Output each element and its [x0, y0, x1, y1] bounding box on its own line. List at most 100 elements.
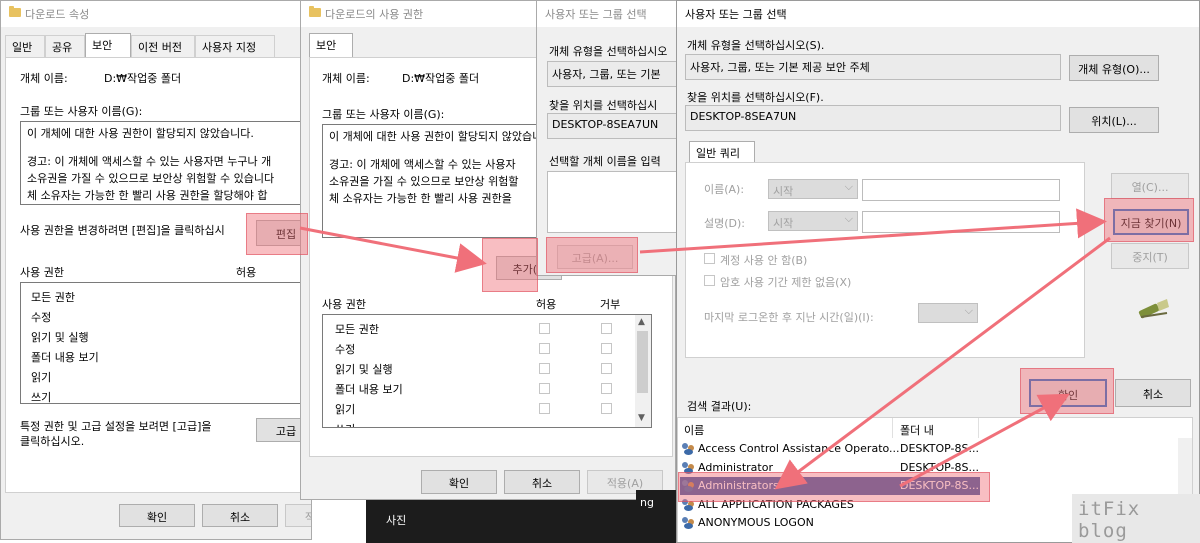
taskbar-label: ng — [640, 496, 654, 509]
ok-button[interactable]: 확인 — [119, 504, 195, 527]
non-expiring-checkbox[interactable] — [704, 275, 715, 286]
obj-type-label: 개체 유형을 선택하십시오 — [549, 45, 668, 58]
object-name-value: D:₩작업중 폴더 — [402, 72, 480, 85]
users-group-icon — [682, 517, 695, 529]
cancel-button[interactable]: 취소 — [202, 504, 278, 527]
deny-checkbox[interactable] — [601, 403, 612, 414]
allow-checkbox[interactable] — [539, 343, 550, 354]
perm-label: 사용 권한 — [20, 266, 64, 279]
days-since-logon-label: 마지막 로그온한 후 지난 시간(일)(I): — [704, 311, 874, 324]
tab-common-queries[interactable]: 일반 쿼리 — [689, 141, 755, 163]
select-users-title: 사용자 또는 그룹 선택 — [685, 8, 787, 21]
tab-security[interactable]: 보안 — [85, 33, 131, 58]
tab-customize[interactable]: 사용자 지정 — [195, 35, 275, 57]
change-hint: 사용 권한을 변경하려면 [편집]을 클릭하십시 — [20, 224, 225, 237]
result-name: Access Control Assistance Operato... — [698, 442, 900, 455]
properties-title: 다운로드 속성 — [25, 8, 90, 21]
results-col-folder[interactable]: 폴더 내 — [900, 422, 934, 438]
tab-sharing[interactable]: 공유 — [45, 35, 85, 57]
tab-previous-versions[interactable]: 이전 버전 — [131, 35, 195, 57]
select-users-window: 사용자 또는 그룹 선택 개체 유형을 선택하십시오(S). 사용자, 그룹, … — [676, 0, 1200, 543]
permission-item: 모든 권한 — [31, 291, 75, 304]
add-button-highlight — [482, 238, 538, 292]
permission-grid[interactable]: 모든 권한 수정 읽기 및 실행 폴더 내용 보기 읽기 쓰기 ▲ ▼ — [322, 314, 652, 428]
object-types-button[interactable]: 개체 유형(O)... — [1069, 55, 1159, 81]
group-line: 소유권을 가질 수 있으므로 보안상 위험할 수 있습니다 — [27, 172, 275, 185]
location-label: 찾을 위치를 선택하십시 — [549, 99, 658, 112]
permission-scrollbar[interactable]: ▲ ▼ — [635, 315, 651, 427]
location-field: DESKTOP-8SEA7UN — [685, 105, 1061, 131]
folder-icon — [309, 6, 321, 17]
disabled-accounts-checkbox[interactable] — [704, 253, 715, 264]
advanced-button-highlight — [546, 237, 638, 273]
select-users-title: 사용자 또는 그룹 선택 — [545, 8, 647, 21]
permission-item: 읽기 및 실행 — [335, 363, 393, 376]
allow-checkbox[interactable] — [539, 403, 550, 414]
advanced-hint-2: 클릭하십시오. — [20, 435, 85, 448]
stop-button[interactable]: 중지(T) — [1111, 243, 1189, 269]
folder-icon — [9, 6, 21, 17]
ok-button[interactable]: 확인 — [421, 470, 497, 494]
location-label: 찾을 위치를 선택하십시오(F). — [687, 91, 824, 104]
security-pane: 개체 이름: D:₩작업중 폴더 그룹 또는 사용자 이름(G): 이 개체에 … — [5, 57, 311, 493]
result-folder: DESKTOP-8S... — [900, 442, 979, 455]
permission-item: 읽기 — [335, 403, 356, 416]
deny-checkbox[interactable] — [601, 343, 612, 354]
description-operator-dropdown[interactable]: 시작 — [768, 211, 858, 231]
allow-checkbox[interactable] — [539, 363, 550, 374]
deny-checkbox[interactable] — [601, 323, 612, 334]
permission-item: 모든 권한 — [335, 323, 379, 336]
tab-general[interactable]: 일반 — [5, 35, 45, 57]
permission-item: 폴더 내용 보기 — [335, 383, 403, 396]
results-col-name[interactable]: 이름 — [684, 422, 704, 438]
obj-type-field: 사용자, 그룹, 또는 기본 제공 보안 주체 — [685, 54, 1061, 80]
common-queries-pane: 이름(A): 시작 설명(D): 시작 계정 사용 안 함(B) 암호 사용 기… — [685, 162, 1085, 358]
name-operator-dropdown[interactable]: 시작 — [768, 179, 858, 199]
result-name: ANONYMOUS LOGON — [698, 516, 814, 529]
allow-checkbox[interactable] — [539, 323, 550, 334]
results-label: 검색 결과(U): — [687, 400, 752, 413]
object-name-input[interactable] — [547, 171, 679, 233]
group-list[interactable]: 이 개체에 대한 사용 권한이 할당되지 않았습니다. 경고: 이 개체에 액세… — [20, 121, 311, 205]
deny-checkbox[interactable] — [601, 383, 612, 394]
deny-checkbox[interactable] — [601, 363, 612, 374]
taskbar-label[interactable]: 사진 — [386, 512, 406, 528]
find-now-highlight — [1104, 198, 1194, 242]
select-users-window-bg: 사용자 또는 그룹 선택 개체 유형을 선택하십시오 사용자, 그룹, 또는 기… — [536, 0, 680, 276]
properties-window: 다운로드 속성 일반 공유 보안 이전 버전 사용자 지정 개체 이름: D:₩… — [0, 0, 312, 540]
non-expiring-label: 암호 사용 기간 제한 없음(X) — [720, 276, 852, 289]
days-since-logon-dropdown[interactable] — [918, 303, 978, 323]
cancel-button[interactable]: 취소 — [504, 470, 580, 494]
apply-button[interactable]: 적용(A) — [285, 504, 311, 527]
group-label: 그룹 또는 사용자 이름(G): — [20, 105, 143, 118]
cancel-button[interactable]: 취소 — [1115, 379, 1191, 407]
group-line: 체 소유자는 가능한 한 빨리 사용 권한을 할당해야 합 — [27, 189, 268, 202]
permission-item: 쓰기 — [31, 391, 52, 404]
result-row[interactable]: ANONYMOUS LOGON — [680, 514, 980, 532]
obj-type-field: 사용자, 그룹, 또는 기본 — [547, 61, 679, 87]
enter-label: 선택할 개체 이름을 입력 — [549, 155, 661, 168]
permission-item: 수정 — [31, 311, 52, 324]
select-users-titlebar: 사용자 또는 그룹 선택 — [537, 1, 679, 27]
allow-checkbox[interactable] — [539, 383, 550, 394]
permissions-title: 다운로드의 사용 권한 — [325, 8, 424, 21]
tab-security[interactable]: 보안 — [309, 33, 353, 58]
description-input[interactable] — [862, 211, 1060, 233]
group-list[interactable]: 이 개체에 대한 사용 권한이 할당되지 않았습니다. 경고: 이 개체에 액세… — [322, 124, 562, 238]
permission-item: 쓰기 — [335, 421, 355, 427]
columns-button[interactable]: 열(C)... — [1111, 173, 1189, 199]
watermark: itFix blog — [1072, 494, 1200, 543]
name-label: 이름(A): — [704, 183, 745, 196]
taskbar-fragment: 사진 — [366, 500, 676, 543]
ok-button-highlight — [1020, 368, 1114, 414]
obj-type-label: 개체 유형을 선택하십시오(S). — [687, 39, 825, 52]
group-line: 이 개체에 대한 사용 권한이 할당되지 않았습니다. — [329, 130, 556, 143]
group-line: 이 개체에 대한 사용 권한이 할당되지 않았습니다. — [27, 127, 254, 140]
permission-item: 읽기 및 실행 — [31, 331, 89, 344]
locations-button[interactable]: 위치(L)... — [1069, 107, 1159, 133]
perm-allow-header: 허용 — [236, 266, 257, 279]
permission-list[interactable]: 모든 권한 수정 읽기 및 실행 폴더 내용 보기 읽기 쓰기 — [20, 282, 311, 404]
name-input[interactable] — [862, 179, 1060, 201]
edit-button-highlight — [246, 213, 308, 255]
result-row[interactable]: Access Control Assistance Operato... DESK… — [680, 440, 980, 458]
